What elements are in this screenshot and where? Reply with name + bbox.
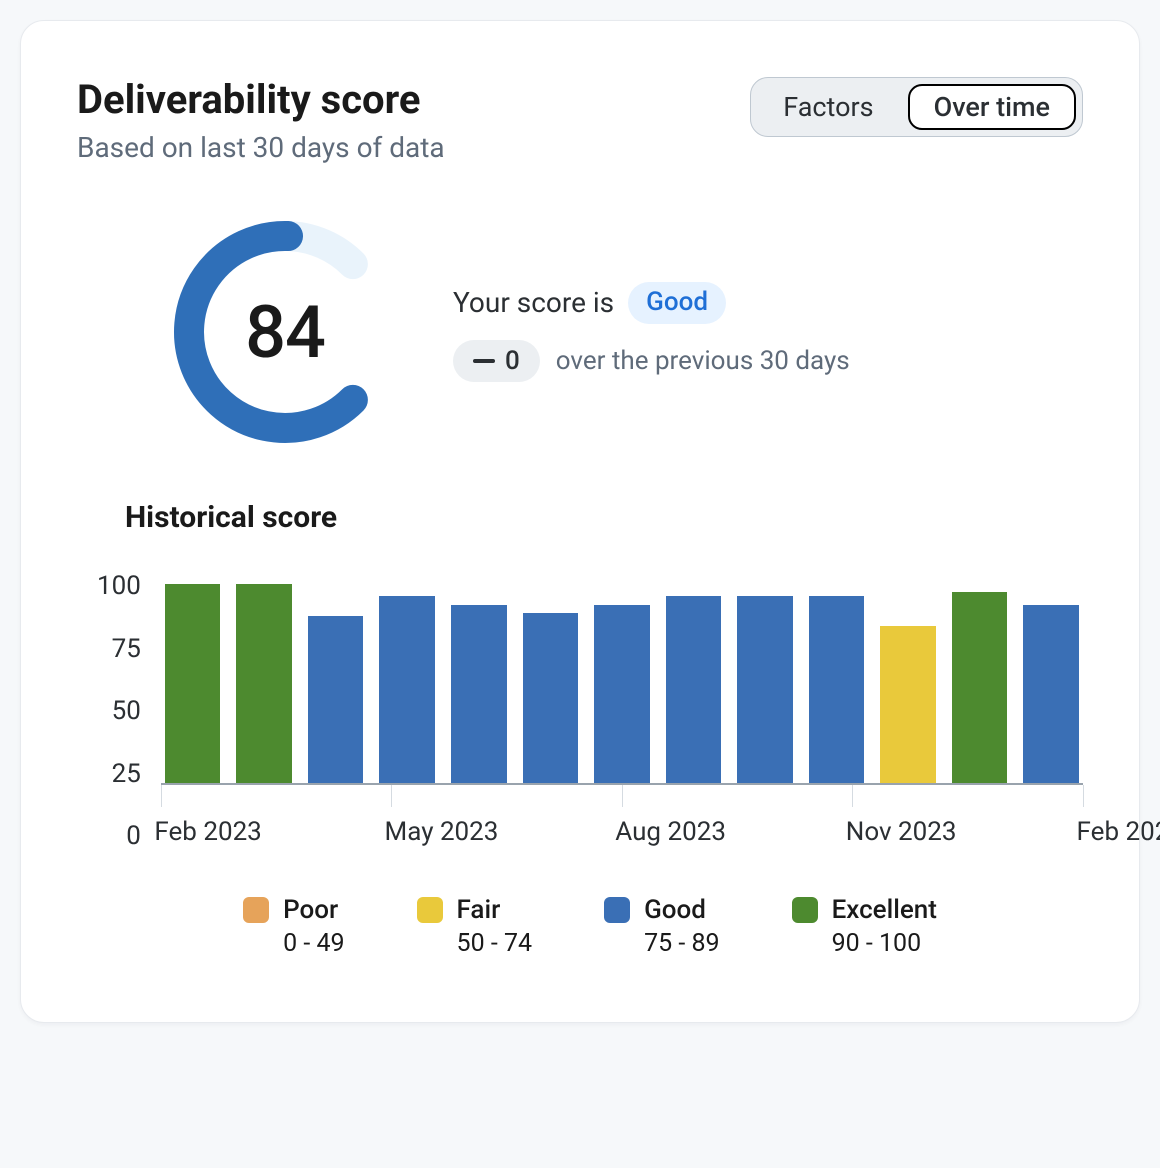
plot-area (161, 571, 1083, 785)
tab-factors[interactable]: Factors (757, 84, 899, 130)
chart-bar[interactable] (952, 592, 1008, 783)
chart-legend: Poor 0 - 49 Fair 50 - 74 Good 75 - 89 Excellen… (97, 895, 1083, 958)
y-tick: 0 (126, 821, 141, 851)
trend-flat-icon (473, 359, 495, 363)
legend-item-good: Good 75 - 89 (604, 895, 720, 958)
x-tick (161, 785, 162, 807)
score-text: Your score is Good 0 over the previous 3… (453, 282, 850, 382)
chart-bar[interactable] (308, 616, 364, 783)
y-tick: 25 (112, 759, 141, 789)
y-axis: 100 75 50 25 0 (97, 571, 161, 851)
view-toggle: Factors Over time (750, 77, 1083, 137)
legend-item-excellent: Excellent 90 - 100 (792, 895, 937, 958)
score-gauge: 84 (165, 212, 405, 452)
chart-bars (161, 571, 1083, 783)
chart-bar[interactable] (594, 605, 650, 783)
chart-bar[interactable] (809, 596, 865, 783)
legend-label: Fair (457, 895, 533, 925)
chart-bar[interactable] (880, 626, 936, 783)
legend-label: Excellent (832, 895, 937, 925)
header-text: Deliverability score Based on last 30 da… (77, 77, 445, 164)
card-subtitle: Based on last 30 days of data (77, 131, 445, 164)
score-value: 84 (165, 212, 405, 452)
score-delta-trailing: over the previous 30 days (556, 346, 850, 376)
score-delta-value: 0 (505, 346, 520, 376)
legend-range: 90 - 100 (832, 929, 937, 958)
chart-bar[interactable] (165, 584, 221, 783)
deliverability-card: { "header": { "title": "Deliverability s… (20, 20, 1140, 1023)
legend-item-poor: Poor 0 - 49 (243, 895, 344, 958)
card-title: Deliverability score (77, 77, 445, 123)
x-tick-label: Aug 2023 (615, 817, 726, 847)
chart-bar[interactable] (379, 596, 435, 783)
legend-label: Poor (283, 895, 344, 925)
legend-range: 50 - 74 (457, 929, 533, 958)
legend-label: Good (644, 895, 720, 925)
x-tick-label: Feb 2024 (1077, 817, 1160, 847)
x-tick (622, 785, 623, 807)
x-tick-label: Nov 2023 (846, 817, 957, 847)
score-quality-badge: Good (628, 282, 726, 324)
y-tick: 100 (97, 571, 141, 601)
chart-bar[interactable] (737, 596, 793, 783)
chart-bar[interactable] (523, 613, 579, 783)
chart-bar[interactable] (451, 605, 507, 783)
historical-chart: 100 75 50 25 0 Feb 2023 May 2023 Aug 2023 Nov 2… (97, 571, 1083, 958)
x-tick (391, 785, 392, 807)
y-tick: 50 (112, 696, 141, 726)
score-delta-chip: 0 (453, 340, 540, 382)
chart-bar[interactable] (666, 596, 722, 783)
legend-range: 75 - 89 (644, 929, 720, 958)
tab-over-time[interactable]: Over time (908, 84, 1076, 130)
chart-bar[interactable] (236, 584, 292, 783)
legend-swatch (243, 897, 269, 923)
x-tick-label: Feb 2023 (154, 817, 261, 847)
y-tick: 75 (112, 634, 141, 664)
score-prefix: Your score is (453, 286, 614, 319)
chart-bar[interactable] (1023, 605, 1079, 783)
x-tick (852, 785, 853, 807)
x-axis-labels: Feb 2023May 2023Aug 2023Nov 2023Feb 2024 (161, 817, 1083, 851)
x-tick-label: May 2023 (385, 817, 499, 847)
score-summary-row: 84 Your score is Good 0 over the previou… (165, 212, 1083, 452)
x-tick (1083, 785, 1084, 807)
legend-range: 0 - 49 (283, 929, 344, 958)
x-axis-ticks (161, 785, 1083, 807)
legend-swatch (792, 897, 818, 923)
historical-title: Historical score (125, 500, 1083, 535)
legend-item-fair: Fair 50 - 74 (417, 895, 533, 958)
legend-swatch (604, 897, 630, 923)
legend-swatch (417, 897, 443, 923)
